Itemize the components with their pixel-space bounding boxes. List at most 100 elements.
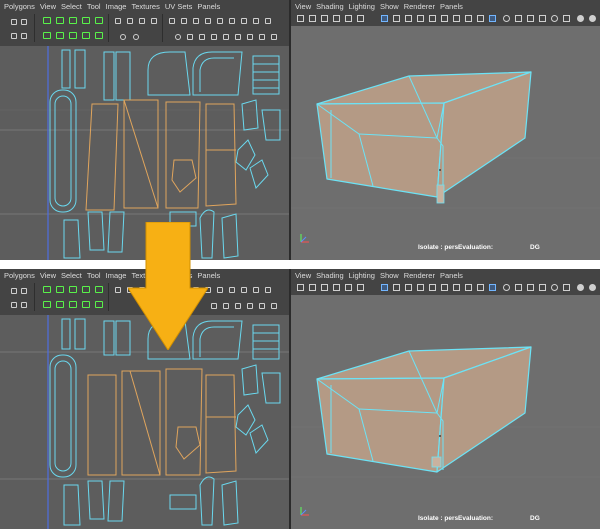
menu-image[interactable]: Image — [101, 2, 127, 11]
motion-blur-icon[interactable] — [563, 15, 570, 22]
uv-tool-icon[interactable] — [217, 18, 223, 24]
uv-editor[interactable]: Polygons View Select Tool Image Textures… — [0, 0, 289, 260]
uv-align-icon[interactable] — [82, 32, 90, 39]
resolution-gate-icon[interactable] — [405, 284, 412, 291]
uv-vertex-icon[interactable] — [21, 19, 27, 25]
menu-uv-sets[interactable]: UV Sets — [160, 2, 193, 11]
wireframe-icon[interactable] — [465, 284, 472, 291]
perspective-viewport[interactable]: View Shading Lighting Show Renderer Pane… — [291, 269, 600, 529]
uv-tool-icon[interactable] — [265, 18, 271, 24]
film-gate-icon[interactable] — [393, 284, 400, 291]
uv-align-icon[interactable] — [82, 286, 90, 293]
uv-select-icon[interactable] — [11, 288, 17, 294]
bookmark-icon[interactable] — [321, 284, 328, 291]
uv-tool-icon[interactable] — [271, 303, 277, 309]
menu-polygons[interactable]: Polygons — [0, 2, 35, 11]
menu-view[interactable]: View — [35, 271, 56, 280]
gate-mask-icon[interactable] — [417, 15, 424, 22]
menu-renderer[interactable]: Renderer — [399, 271, 435, 280]
uv-tool-icon[interactable] — [211, 303, 217, 309]
menu-lighting[interactable]: Lighting — [344, 2, 375, 11]
grid-icon[interactable] — [381, 15, 388, 22]
uv-tool-icon[interactable] — [259, 303, 265, 309]
viewport-canvas[interactable] — [291, 269, 600, 529]
uv-tool-icon[interactable] — [241, 287, 247, 293]
textured-icon[interactable] — [515, 15, 522, 22]
uv-tool-icon[interactable] — [223, 34, 229, 40]
uv-face-icon[interactable] — [21, 302, 27, 308]
perspective-viewport[interactable]: View Shading Lighting Show Renderer Pane… — [291, 0, 600, 260]
uv-tool-icon[interactable] — [253, 18, 259, 24]
menu-panels[interactable]: Panels — [435, 2, 463, 11]
menu-view[interactable]: View — [291, 271, 311, 280]
field-chart-icon[interactable] — [429, 284, 436, 291]
menu-view[interactable]: View — [35, 2, 56, 11]
wireframe-on-shaded-icon[interactable] — [489, 15, 496, 22]
uv-tool-icon[interactable] — [241, 18, 247, 24]
camera-icon[interactable] — [297, 15, 304, 22]
uv-tool-icon[interactable] — [235, 303, 241, 309]
uv-tool-icon[interactable] — [217, 287, 223, 293]
camera-attributes-icon[interactable] — [309, 284, 316, 291]
uv-tool-icon[interactable] — [199, 34, 205, 40]
menu-shading[interactable]: Shading — [311, 271, 344, 280]
uv-tool-icon[interactable] — [139, 18, 145, 24]
uv-select-icon[interactable] — [11, 19, 17, 25]
uv-tool-icon[interactable] — [127, 18, 133, 24]
shadows-icon[interactable] — [539, 284, 546, 291]
2d-pan-icon[interactable] — [345, 284, 352, 291]
uv-align-icon[interactable] — [69, 286, 77, 293]
wireframe-icon[interactable] — [465, 15, 472, 22]
isolate-select-icon[interactable] — [577, 15, 584, 22]
menu-tool[interactable]: Tool — [82, 271, 101, 280]
uv-tool-icon[interactable] — [115, 18, 121, 24]
menu-textures[interactable]: Textures — [126, 2, 159, 11]
uv-tool-icon[interactable] — [205, 18, 211, 24]
uv-align-icon[interactable] — [95, 301, 103, 308]
rotate-icon[interactable] — [133, 34, 139, 40]
uv-tool-icon[interactable] — [175, 34, 181, 40]
menu-panels[interactable]: Panels — [192, 2, 220, 11]
uv-align-icon[interactable] — [56, 17, 64, 24]
menu-show[interactable]: Show — [375, 2, 399, 11]
uv-align-icon[interactable] — [69, 17, 77, 24]
uv-tool-icon[interactable] — [271, 34, 277, 40]
uv-tool-icon[interactable] — [115, 287, 121, 293]
safe-title-icon[interactable] — [453, 284, 460, 291]
uv-tool-icon[interactable] — [247, 303, 253, 309]
smooth-shade-icon[interactable] — [477, 15, 484, 22]
uv-tool-icon[interactable] — [151, 18, 157, 24]
camera-attributes-icon[interactable] — [309, 15, 316, 22]
ambient-occlusion-icon[interactable] — [551, 284, 558, 291]
xray-icon[interactable] — [503, 284, 510, 291]
menu-select[interactable]: Select — [56, 271, 82, 280]
grease-pencil-icon[interactable] — [357, 284, 364, 291]
uv-tool-icon[interactable] — [211, 34, 217, 40]
uv-tool-icon[interactable] — [247, 34, 253, 40]
uv-edge-icon[interactable] — [11, 33, 17, 39]
menu-lighting[interactable]: Lighting — [344, 271, 375, 280]
wireframe-on-shaded-icon[interactable] — [489, 284, 496, 291]
grid-icon[interactable] — [381, 284, 388, 291]
uv-align-icon[interactable] — [56, 32, 64, 39]
isolate-select-icon[interactable] — [577, 284, 584, 291]
menu-shading[interactable]: Shading — [311, 2, 344, 11]
motion-blur-icon[interactable] — [563, 284, 570, 291]
uv-tool-icon[interactable] — [229, 18, 235, 24]
shadows-icon[interactable] — [539, 15, 546, 22]
menu-polygons[interactable]: Polygons — [0, 271, 35, 280]
menu-panels[interactable]: Panels — [435, 271, 463, 280]
uv-align-icon[interactable] — [82, 301, 90, 308]
ambient-occlusion-icon[interactable] — [551, 15, 558, 22]
uv-align-icon[interactable] — [43, 286, 51, 293]
uv-align-icon[interactable] — [95, 17, 103, 24]
uv-tool-icon[interactable] — [187, 34, 193, 40]
xray-joints-icon[interactable] — [589, 284, 596, 291]
uv-vertex-icon[interactable] — [21, 288, 27, 294]
safe-action-icon[interactable] — [441, 284, 448, 291]
camera-icon[interactable] — [297, 284, 304, 291]
gate-mask-icon[interactable] — [417, 284, 424, 291]
uv-align-icon[interactable] — [43, 17, 51, 24]
uv-face-icon[interactable] — [21, 33, 27, 39]
lights-icon[interactable] — [527, 284, 534, 291]
